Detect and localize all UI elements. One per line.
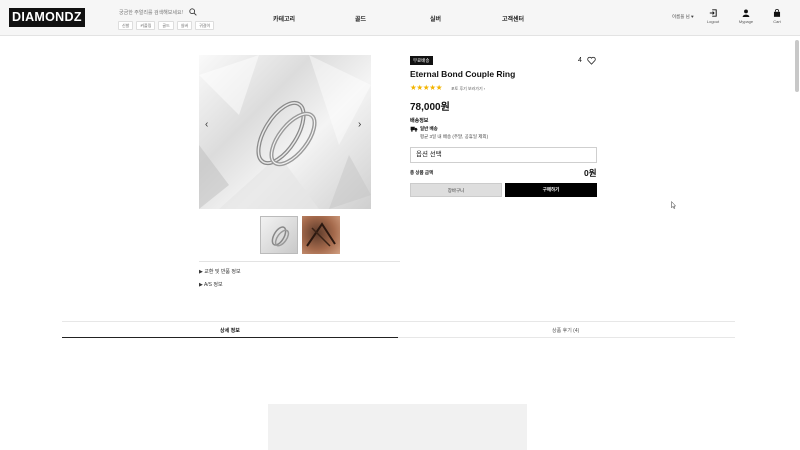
add-to-cart-button[interactable]: 장바구니 [410,183,502,197]
keyword-chip[interactable]: 신발 [118,21,134,30]
tab-details[interactable]: 상세 정보 [220,327,240,334]
divider [199,261,400,262]
nav-customer-center[interactable]: 고객센터 [502,14,524,23]
shipping-title: 배송정보 [410,118,429,124]
rating-stars: ★★★★★ [410,83,443,92]
prev-image-button[interactable]: ‹ [205,119,208,130]
option-select[interactable]: 옵션 선택 [410,147,597,163]
cart-button[interactable]: Cart [767,9,787,24]
mouse-cursor-icon [671,201,676,209]
nav-category[interactable]: 카테고리 [273,14,295,23]
site-logo[interactable]: DIAMONDZ [9,8,85,27]
ring-photo [199,55,371,209]
product-main-image [199,55,371,209]
tab-reviews[interactable]: 상품 후기 (4) [552,327,579,334]
detail-image-placeholder [268,404,527,450]
thumbnail-1[interactable] [260,216,298,254]
search-input[interactable]: 궁금한 주얼리를 검색해보세요! [119,8,197,19]
keyword-chip[interactable]: 귀걸이 [195,21,215,30]
free-shipping-badge: 무료배송 [410,56,433,65]
keyword-chip[interactable]: 커플링 [136,21,156,30]
gift-wrap-thumbnail [306,222,336,247]
as-info-toggle[interactable]: ▶ A/S 정보 [199,281,223,288]
like-count: 4 [578,57,582,64]
tab-active-indicator [62,337,398,338]
next-image-button[interactable]: › [358,119,361,130]
nav-silver[interactable]: 실버 [430,14,441,23]
tabs-divider [62,321,735,322]
logout-button[interactable]: Logout [703,9,723,24]
logout-label: Logout [706,19,720,24]
keyword-chip[interactable]: 실버 [176,21,193,30]
heart-icon[interactable] [587,56,596,65]
page-scrollbar[interactable] [795,40,799,92]
product-price: 78,000원 [410,102,450,113]
buy-now-button[interactable]: 구매하기 [505,183,597,197]
truck-icon [410,126,418,132]
shipping-type: 일반 배송 [420,126,438,131]
ring-thumbnail [271,226,290,247]
search-icon[interactable] [189,8,197,16]
total-price-value: 0원 [584,168,597,178]
nav-gold[interactable]: 골드 [355,14,366,23]
logout-icon [709,9,717,17]
mypage-button[interactable]: Mypage [736,9,756,24]
total-price-label: 총 상품 금액 [410,170,434,175]
mypage-label: Mypage [738,19,754,24]
thumbnail-2[interactable] [302,216,340,254]
search-keyword-chips: 신발 커플링 골드 실버 귀걸이 [118,21,215,30]
site-header: DIAMONDZ 궁금한 주얼리를 검색해보세요! 신발 커플링 골드 실버 귀… [0,0,800,36]
shipping-description: 평균 3일 내 배송 (주말, 공휴일 제외) [420,134,489,139]
product-title: Eternal Bond Couple Ring [410,69,516,79]
exchange-return-toggle[interactable]: ▶ 교환 및 반품 정보 [199,268,241,275]
tab-underline [398,337,735,338]
shopping-bag-icon [773,9,781,17]
photo-review-link[interactable]: 포토 후기 보러가기 › [451,86,485,92]
user-greeting: 이름을 님 ♥ [672,14,694,19]
cart-label: Cart [773,19,781,24]
keyword-chip[interactable]: 골드 [158,21,174,30]
user-icon [742,9,750,17]
